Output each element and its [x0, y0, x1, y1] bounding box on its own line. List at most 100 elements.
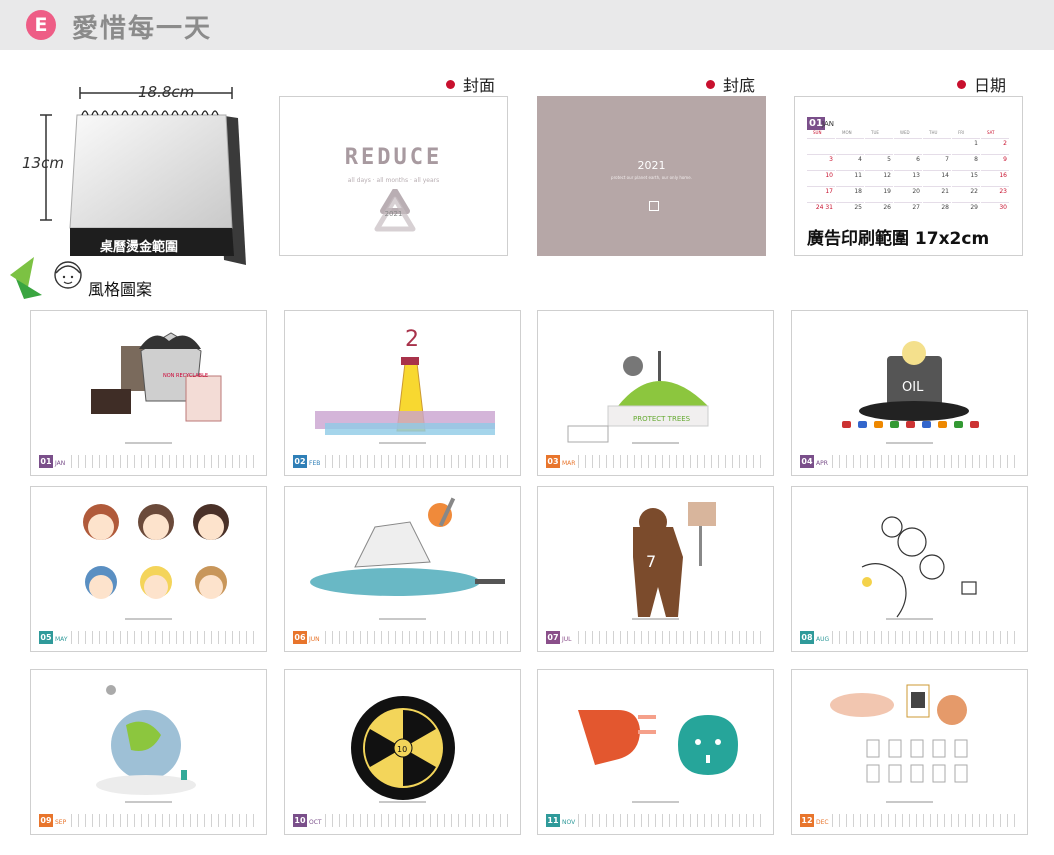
date-number: 9	[1003, 156, 1007, 163]
date-number: 14	[941, 172, 949, 179]
date-number: 1	[974, 140, 978, 147]
caption-line	[379, 442, 426, 444]
date-cell: 26	[865, 202, 893, 218]
date-number: 22	[970, 188, 978, 195]
month-name: FEB	[309, 460, 321, 467]
height-dimension: 13cm	[22, 154, 64, 172]
date-number: 12	[883, 172, 891, 179]
date-number: 4	[858, 156, 862, 163]
day-strip	[325, 631, 512, 644]
month-panel-dec: 12 DEC	[791, 669, 1028, 835]
date-number: 10	[825, 172, 833, 179]
date-cell: 8	[952, 154, 980, 170]
width-dimension: 18.8cm	[138, 83, 195, 101]
date-number: 29	[970, 204, 978, 211]
weekday-header: THU	[929, 130, 938, 135]
caption-line	[379, 801, 426, 803]
svg-text:OIL: OIL	[902, 380, 924, 395]
day-strip	[578, 455, 765, 468]
date-preview: 01 JAN SUN MON TUE WED THU FRI SAT 1 2 3 4 5 6 7 8 9 10 1…	[794, 96, 1023, 256]
ad-print-area-label: 廣告印刷範圍 17x2cm	[807, 229, 990, 249]
date-cell: 9	[981, 154, 1009, 170]
caption-line	[125, 801, 172, 803]
day-strip	[71, 455, 258, 468]
date-number: 24 31	[815, 204, 833, 211]
date-cell	[865, 138, 893, 154]
month-illustration: NON RECYCLABLE	[91, 332, 222, 422]
caption-line	[379, 618, 426, 620]
date-number: 2	[1003, 140, 1007, 147]
date-number: 15	[970, 172, 978, 179]
month-name: JUL	[562, 636, 572, 643]
date-number: 26	[883, 204, 891, 211]
month-illustration: PROTECT TREES	[567, 351, 709, 443]
month-name: SEP	[55, 819, 67, 826]
month-number: 01	[39, 455, 53, 468]
month-number: 12	[800, 814, 814, 827]
date-number: 18	[854, 188, 862, 195]
month-panel-oct: 10 10 OCT	[284, 669, 521, 835]
month-panel-mar: PROTECT TREES 03 MAR	[537, 310, 774, 476]
date-cell: 29	[952, 202, 980, 218]
month-panel-sep: 09 SEP	[30, 669, 267, 835]
month-panel-aug: 08 AUG	[791, 486, 1028, 652]
date-cell	[807, 138, 835, 154]
date-cell: 25	[836, 202, 864, 218]
svg-text:2: 2	[405, 327, 419, 352]
day-strip	[71, 814, 258, 827]
month-panel-jan: NON RECYCLABLE 01 JAN	[30, 310, 267, 476]
date-number: 30	[999, 204, 1007, 211]
date-number: 16	[999, 172, 1007, 179]
month-panel-may: 05 MAY	[30, 486, 267, 652]
date-cell: 19	[865, 186, 893, 202]
day-strip	[832, 455, 1019, 468]
date-cell: 15	[952, 170, 980, 186]
weekday-header: TUE	[871, 130, 879, 135]
month-illustration: 10	[351, 696, 455, 800]
weekday-header: SUN	[813, 130, 822, 135]
date-cell: 10	[807, 170, 835, 186]
day-strip	[832, 631, 1019, 644]
date-cell: 13	[894, 170, 922, 186]
date-number: 20	[912, 188, 920, 195]
date-cell: 4	[836, 154, 864, 170]
month-illustration	[830, 684, 968, 783]
month-illustration	[310, 497, 505, 596]
qr-icon	[649, 201, 659, 211]
month-number: 07	[546, 631, 560, 644]
month-illustration	[861, 516, 977, 618]
month-number: 11	[546, 814, 560, 827]
date-cell: 7	[923, 154, 951, 170]
month-number: 04	[800, 455, 814, 468]
month-name: AUG	[816, 636, 830, 643]
date-cell	[923, 138, 951, 154]
month-number: 09	[39, 814, 53, 827]
svg-text:PROTECT TREES: PROTECT TREES	[633, 415, 691, 423]
day-strip	[325, 814, 512, 827]
date-cell: 17	[807, 186, 835, 202]
month-illustration: 7	[633, 502, 716, 617]
month-number: 03	[546, 455, 560, 468]
month-name: MAR	[562, 460, 576, 467]
date-cell: 28	[923, 202, 951, 218]
date-number: 23	[999, 188, 1007, 195]
day-strip	[71, 631, 258, 644]
month-name: JAN	[55, 460, 66, 467]
month-panel-jun: 06 JUN	[284, 486, 521, 652]
month-panel-apr: OIL 04 APR	[791, 310, 1028, 476]
month-number: 05	[39, 631, 53, 644]
date-number: 5	[887, 156, 891, 163]
date-cell: 24 31	[807, 202, 835, 218]
month-panel-nov: 11 NOV	[537, 669, 774, 835]
cover-preview: REDUCE all days · all months · all years…	[279, 96, 508, 256]
caption-line	[886, 618, 933, 620]
month-panel-jul: 7 07 JUL	[537, 486, 774, 652]
caption-line	[632, 442, 679, 444]
date-cell: 27	[894, 202, 922, 218]
back-year: 2021	[637, 159, 666, 172]
section-badge: E	[26, 10, 56, 40]
date-number: 27	[912, 204, 920, 211]
date-cell: 2	[981, 138, 1009, 154]
cover-subtitle: all days · all months · all years	[347, 177, 440, 184]
month-name: APR	[816, 460, 828, 467]
